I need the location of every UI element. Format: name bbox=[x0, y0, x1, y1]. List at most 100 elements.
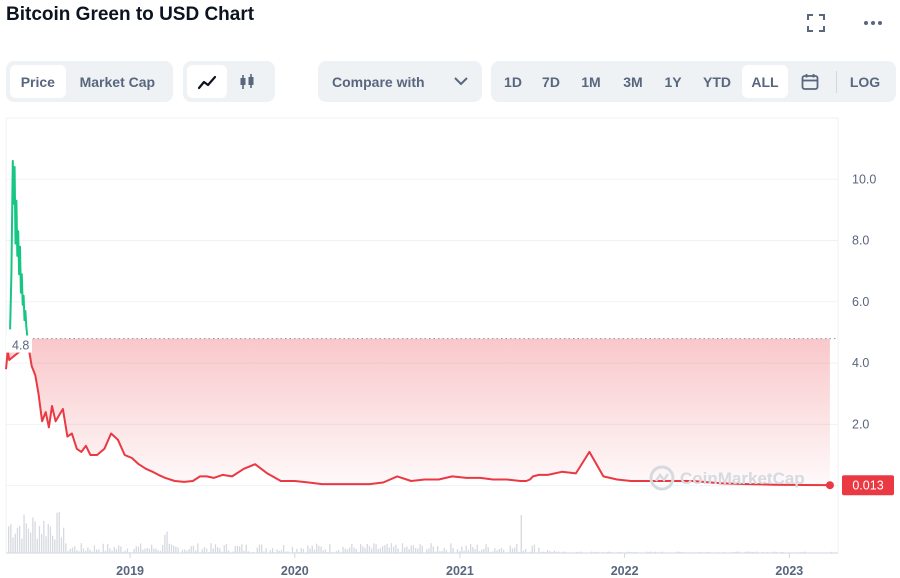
line-chart-icon[interactable] bbox=[187, 65, 227, 98]
volume-bar bbox=[461, 546, 463, 553]
volume-bar bbox=[731, 552, 734, 553]
range-3m[interactable]: 3M bbox=[612, 65, 654, 98]
volume-bar bbox=[234, 545, 236, 553]
volume-bar bbox=[496, 550, 498, 553]
fullscreen-icon[interactable] bbox=[803, 10, 829, 36]
volume-bar bbox=[441, 550, 443, 553]
volume-bar bbox=[456, 549, 459, 553]
y-tick-label: 2.0 bbox=[852, 417, 869, 431]
volume-bar bbox=[296, 548, 298, 553]
volume-bar bbox=[443, 547, 445, 553]
volume-bar bbox=[377, 548, 379, 553]
volume-bar bbox=[802, 552, 804, 553]
volume-bar bbox=[258, 544, 261, 553]
volume-bar bbox=[549, 551, 551, 553]
volume-bar bbox=[146, 548, 148, 553]
price-chart[interactable]: 4.8 CoinMarketCap 10.08.06.04.02.0 2019 2… bbox=[0, 110, 900, 578]
volume-bar bbox=[327, 552, 329, 553]
volume-bar bbox=[626, 551, 628, 553]
candlestick-icon[interactable] bbox=[227, 65, 267, 98]
volume-bar bbox=[804, 551, 806, 553]
volume-bar bbox=[175, 546, 177, 553]
volume-bar bbox=[247, 551, 250, 553]
volume-bar bbox=[25, 523, 27, 553]
x-tick-label: 2022 bbox=[611, 564, 639, 578]
volume-bar bbox=[384, 545, 386, 553]
volume-bar bbox=[342, 546, 344, 553]
range-ytd[interactable]: YTD bbox=[692, 65, 742, 98]
range-1y[interactable]: 1Y bbox=[654, 65, 692, 98]
volume-bar bbox=[564, 551, 566, 553]
volume-bar bbox=[47, 524, 49, 553]
volume-bar bbox=[344, 548, 346, 553]
volume-bar bbox=[177, 547, 179, 553]
volume-bar bbox=[797, 552, 800, 553]
volume-bar bbox=[826, 552, 828, 553]
volume-bar bbox=[362, 546, 364, 553]
volume-bar bbox=[276, 549, 278, 553]
area-fill bbox=[6, 338, 830, 486]
volume-bar bbox=[324, 549, 327, 553]
volume-bar bbox=[239, 546, 241, 553]
volume-bar bbox=[476, 544, 478, 553]
volume-bar bbox=[584, 552, 586, 553]
volume-bar bbox=[221, 551, 223, 553]
volume-bar bbox=[687, 552, 690, 553]
watermark-text: CoinMarketCap bbox=[680, 469, 805, 488]
range-7d[interactable]: 7D bbox=[532, 65, 570, 98]
volume-bar bbox=[19, 525, 21, 553]
volume-bar bbox=[14, 533, 16, 553]
volume-bar bbox=[118, 545, 120, 553]
volume-bar bbox=[507, 552, 509, 553]
volume-bar bbox=[432, 546, 434, 553]
volume-bar bbox=[683, 552, 685, 553]
volume-bar bbox=[346, 549, 349, 553]
volume-bar bbox=[210, 543, 212, 553]
volume-bar bbox=[463, 550, 465, 553]
volume-bar bbox=[437, 546, 439, 553]
volume-bar bbox=[630, 552, 632, 553]
volume-bar bbox=[267, 552, 269, 553]
volume-bar bbox=[709, 552, 712, 553]
volume-bar bbox=[124, 550, 126, 553]
volume-bar bbox=[151, 544, 153, 553]
volume-bar bbox=[619, 552, 621, 553]
volume-bar bbox=[445, 549, 448, 553]
calendar-icon[interactable] bbox=[788, 65, 832, 98]
volume-bar bbox=[78, 551, 80, 553]
more-icon[interactable] bbox=[860, 10, 886, 36]
x-tick-label: 2019 bbox=[116, 564, 144, 578]
price-tab[interactable]: Price bbox=[10, 65, 66, 98]
volume-bar bbox=[357, 551, 360, 553]
range-1d[interactable]: 1D bbox=[494, 65, 532, 98]
volume-bar bbox=[430, 543, 432, 553]
market-cap-tab[interactable]: Market Cap bbox=[66, 65, 169, 98]
volume-bar bbox=[540, 551, 542, 553]
volume-bar bbox=[144, 548, 146, 553]
volume-bar bbox=[49, 526, 52, 553]
log-toggle[interactable]: LOG bbox=[841, 65, 889, 98]
volume-bar bbox=[219, 548, 221, 553]
volume-bar bbox=[415, 547, 417, 553]
volume-bar bbox=[646, 551, 648, 553]
volume-bar bbox=[562, 551, 564, 553]
volume-bar bbox=[511, 548, 514, 553]
volume-bar bbox=[71, 547, 74, 553]
volume-bar bbox=[632, 552, 635, 553]
volume-bar bbox=[45, 536, 47, 553]
volume-bar bbox=[173, 545, 175, 553]
volume-bar bbox=[529, 551, 531, 553]
range-1m[interactable]: 1M bbox=[570, 65, 612, 98]
range-all[interactable]: ALL bbox=[742, 65, 788, 98]
candlestick-icon-graphic bbox=[240, 73, 254, 89]
compare-dropdown[interactable]: Compare with bbox=[318, 61, 482, 102]
volume-bar bbox=[494, 548, 496, 553]
volume-bar bbox=[428, 548, 430, 553]
volume-bar bbox=[650, 551, 652, 553]
volume-bar bbox=[140, 543, 142, 553]
volume-bar bbox=[302, 548, 305, 553]
volume-bar bbox=[723, 552, 725, 553]
volume-bar bbox=[701, 552, 703, 553]
volume-bar bbox=[371, 548, 373, 553]
volume-bar bbox=[133, 548, 135, 553]
